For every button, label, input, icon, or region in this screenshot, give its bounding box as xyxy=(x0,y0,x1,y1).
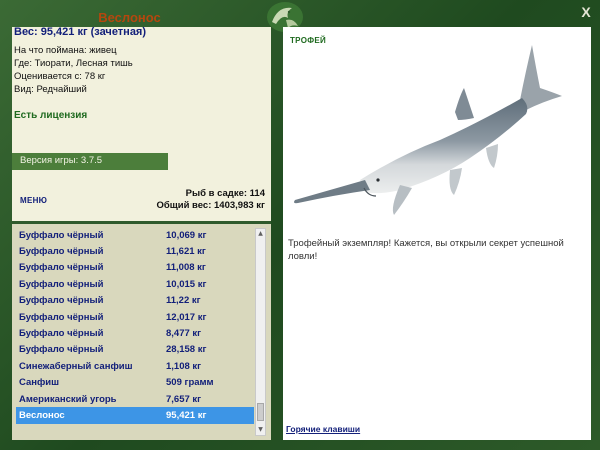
catch-stats: Рыб в садке: 114 Общий вес: 1403,983 кг xyxy=(110,188,265,212)
catch-item-name: Буффало чёрный xyxy=(19,229,104,241)
catch-item-weight: 10,069 кг xyxy=(166,229,207,241)
catch-item-name: Буффало чёрный xyxy=(19,278,104,290)
catch-rows: Буффало чёрный 10,069 кг Буффало чёрный 11,… xyxy=(16,227,254,424)
version-bar: Версия игры: 3.7.5 xyxy=(12,153,168,170)
catch-list-item[interactable]: Буффало чёрный 10,015 кг xyxy=(16,276,254,292)
fish-count: Рыб в садке: 114 xyxy=(185,188,265,199)
catch-list-item[interactable]: Буффало чёрный 11,621 кг xyxy=(16,243,254,259)
close-button[interactable]: X xyxy=(578,4,594,20)
catch-list-item[interactable]: Буффало чёрный 28,158 кг xyxy=(16,342,254,358)
catch-list-item[interactable]: Веслонос 95,421 кг xyxy=(16,407,254,424)
total-weight: Общий вес: 1403,983 кг xyxy=(156,200,265,211)
catch-item-weight: 509 грамм xyxy=(166,377,214,389)
catch-list-item[interactable]: Американский угорь 7,657 кг xyxy=(16,391,254,407)
catch-list-item[interactable]: Буффало чёрный 8,477 кг xyxy=(16,325,254,341)
catch-list-item[interactable]: Буффало чёрный 11,22 кг xyxy=(16,293,254,309)
catch-list-item[interactable]: Буффало чёрный 10,069 кг xyxy=(16,227,254,243)
fish-weight: Вес: 95,421 кг (зачетная) xyxy=(14,26,147,38)
scroll-down-arrow-icon[interactable]: ▼ xyxy=(256,425,265,435)
catch-item-weight: 8,477 кг xyxy=(166,328,202,340)
catch-list-item[interactable]: Синежаберный санфиш 1,108 кг xyxy=(16,358,254,374)
catch-item-weight: 7,657 кг xyxy=(166,393,202,405)
fish-name: Веслонос xyxy=(98,10,161,25)
catch-item-weight: 1,108 кг xyxy=(166,360,202,372)
scroll-up-arrow-icon[interactable]: ▲ xyxy=(256,229,265,239)
hotkeys-link[interactable]: Горячие клавиши xyxy=(286,424,360,434)
trophy-text: Трофейный экземпляр! Кажется, вы открыли… xyxy=(288,238,564,262)
catch-list-scrollbar[interactable]: ▲ ▼ xyxy=(255,228,266,436)
rarity-detail: Вид: Редчайший xyxy=(14,84,87,95)
catch-item-name: Буффало чёрный xyxy=(19,295,104,307)
location-detail: Где: Тиорати, Лесная тишь xyxy=(14,58,133,69)
catch-item-name: Буффало чёрный xyxy=(19,328,104,340)
catch-item-name: Буффало чёрный xyxy=(19,262,104,274)
catch-item-weight: 11,621 кг xyxy=(166,246,206,258)
catch-item-weight: 10,015 кг xyxy=(166,278,207,290)
paddlefish-image xyxy=(294,45,562,215)
threshold-detail: Оценивается с: 78 кг xyxy=(14,71,106,82)
catch-item-name: Веслонос xyxy=(19,409,65,421)
catch-item-name: Синежаберный санфиш xyxy=(19,360,133,372)
catch-item-name: Американский угорь xyxy=(19,393,117,405)
menu-button[interactable]: МЕНЮ xyxy=(20,196,47,205)
catch-item-name: Буффало чёрный xyxy=(19,311,104,323)
scroll-thumb[interactable] xyxy=(257,403,264,421)
catch-list-item[interactable]: Санфиш 509 грамм xyxy=(16,375,254,391)
catch-item-name: Буффало чёрный xyxy=(19,246,104,258)
catch-list[interactable]: Буффало чёрный 10,069 кг Буффало чёрный 11,… xyxy=(12,224,271,440)
catch-list-item[interactable]: Буффало чёрный 11,008 кг xyxy=(16,260,254,276)
catch-list-item[interactable]: Буффало чёрный 12,017 кг xyxy=(16,309,254,325)
catch-item-weight: 12,017 кг xyxy=(166,311,207,323)
bait-detail: На что поймана: живец xyxy=(14,45,117,56)
catch-item-weight: 11,008 кг xyxy=(166,262,206,274)
license-status: Есть лицензия xyxy=(14,110,88,121)
catch-item-weight: 11,22 кг xyxy=(166,295,201,307)
fish-details: На что поймана: живец Где: Тиорати, Лесн… xyxy=(14,44,133,96)
catch-item-name: Санфиш xyxy=(19,377,60,389)
catch-item-name: Буффало чёрный xyxy=(19,344,104,356)
catch-item-weight: 28,158 кг xyxy=(166,344,207,356)
catch-item-weight: 95,421 кг xyxy=(166,409,207,421)
